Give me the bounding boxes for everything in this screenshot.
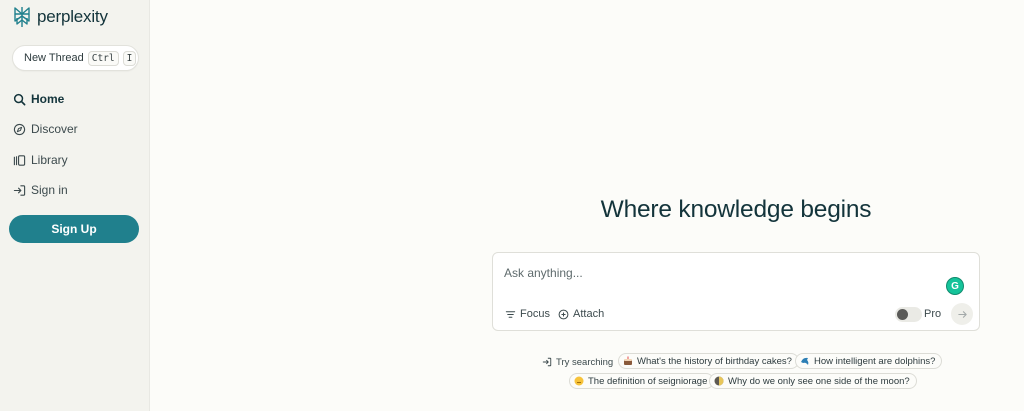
focus-button[interactable]: Focus (505, 306, 550, 322)
sidebar-item-sign-in[interactable]: Sign in (13, 180, 68, 200)
face-emoji-icon (574, 376, 584, 386)
page-title: Where knowledge begins (600, 196, 872, 223)
new-thread-label: New Thread (24, 52, 84, 64)
brand-name: perplexity (37, 7, 108, 26)
sidebar-item-label: Home (31, 92, 65, 106)
grammarly-icon[interactable]: G (946, 277, 964, 295)
plus-circle-icon (558, 309, 569, 319)
cake-emoji-icon (624, 356, 632, 365)
suggestion-chip[interactable]: What's the history of birthday cakes? (618, 353, 799, 369)
submit-button[interactable] (951, 303, 973, 325)
ask-input[interactable] (504, 264, 924, 282)
suggestion-text: Why do we only see one side of the moon? (728, 375, 910, 387)
sidebar-item-label: Library (31, 153, 68, 167)
pro-toggle[interactable] (895, 307, 922, 322)
focus-label: Focus (520, 308, 550, 320)
sign-in-icon (13, 184, 26, 196)
sidebar: perplexity New Thread Ctrl I Home Discov… (0, 0, 150, 411)
suggestion-text: How intelligent are dolphins? (814, 355, 936, 367)
search-icon (13, 93, 26, 105)
suggestion-text: The definition of seigniorage (588, 375, 708, 387)
try-searching-text: Try searching (556, 356, 614, 368)
sidebar-item-library[interactable]: Library (13, 150, 68, 170)
shortcut-ctrl: Ctrl (87, 50, 119, 66)
moon-emoji-icon (714, 376, 724, 386)
dolphin-emoji-icon (801, 357, 809, 365)
ask-box: G Focus Attach Pro (492, 252, 980, 331)
sidebar-item-discover[interactable]: Discover (13, 119, 78, 139)
toggle-knob (897, 309, 908, 320)
suggestion-text: What's the history of birthday cakes? (637, 355, 792, 367)
perplexity-logo-icon (14, 7, 30, 27)
shortcut-i: I (122, 50, 137, 66)
try-searching-label: Try searching (542, 354, 613, 370)
sidebar-item-label: Discover (31, 122, 78, 136)
attach-button[interactable]: Attach (558, 306, 604, 322)
library-icon (13, 154, 26, 166)
sign-in-arrow-icon (542, 357, 552, 367)
logo[interactable]: perplexity (12, 6, 108, 28)
filter-icon (505, 310, 516, 318)
suggestion-chip[interactable]: Why do we only see one side of the moon? (709, 373, 917, 389)
suggestion-chip[interactable]: How intelligent are dolphins? (795, 353, 943, 369)
suggestion-chip[interactable]: The definition of seigniorage (569, 373, 715, 389)
compass-icon (13, 123, 26, 135)
pro-label: Pro (924, 308, 942, 320)
new-thread-button[interactable]: New Thread Ctrl I (12, 45, 139, 71)
sidebar-item-label: Sign in (31, 183, 68, 197)
sign-up-button[interactable]: Sign Up (9, 215, 139, 243)
arrow-right-icon (957, 310, 967, 318)
attach-label: Attach (573, 308, 605, 320)
sidebar-item-home[interactable]: Home (13, 89, 64, 109)
